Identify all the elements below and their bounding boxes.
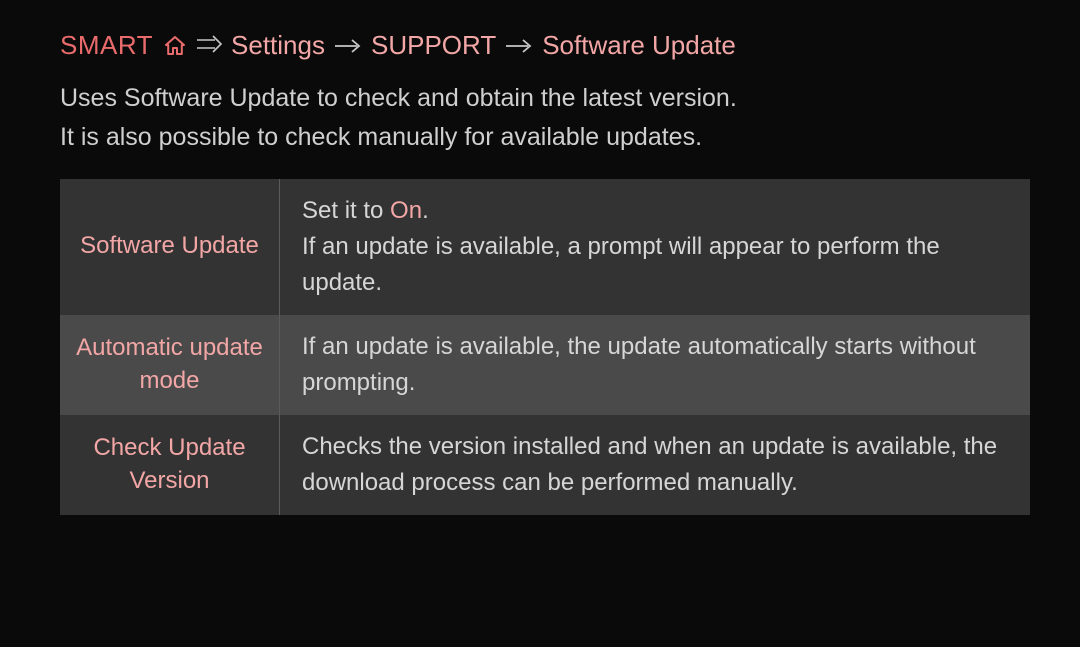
intro-text: Uses Software Update to check and obtain…	[60, 79, 1030, 157]
intro-line-2: It is also possible to check manually fo…	[60, 118, 1030, 157]
page-content: SMART Settings SUPPORT	[0, 0, 1080, 545]
intro-line-1: Uses Software Update to check and obtain…	[60, 79, 1030, 118]
arrow-double-icon	[197, 32, 223, 60]
row-desc-automatic-update: If an update is available, the update au…	[280, 315, 1030, 415]
desc-on-value: On	[390, 197, 422, 224]
desc-text: Set it to	[302, 197, 390, 224]
row-desc-software-update: Set it to On. If an update is available,…	[280, 179, 1030, 315]
desc-text: If an update is available, a prompt will…	[302, 233, 940, 296]
breadcrumb-settings: Settings	[231, 30, 325, 61]
options-table: Software Update Set it to On. If an upda…	[60, 179, 1030, 515]
breadcrumb-support: SUPPORT	[371, 30, 496, 61]
row-label-automatic-update: Automatic update mode	[60, 315, 280, 415]
row-label-check-update-version: Check Update Version	[60, 415, 280, 515]
table-row: Automatic update mode If an update is av…	[60, 315, 1030, 415]
breadcrumb: SMART Settings SUPPORT	[60, 30, 1030, 61]
home-icon	[163, 34, 187, 58]
desc-text: .	[422, 197, 429, 224]
arrow-right-icon	[506, 32, 532, 60]
row-label-software-update: Software Update	[60, 179, 280, 315]
table-row: Check Update Version Checks the version …	[60, 415, 1030, 515]
arrow-right-icon	[335, 32, 361, 60]
breadcrumb-smart: SMART	[60, 30, 153, 61]
table-row: Software Update Set it to On. If an upda…	[60, 179, 1030, 315]
row-desc-check-update-version: Checks the version installed and when an…	[280, 415, 1030, 515]
breadcrumb-software-update: Software Update	[542, 30, 736, 61]
